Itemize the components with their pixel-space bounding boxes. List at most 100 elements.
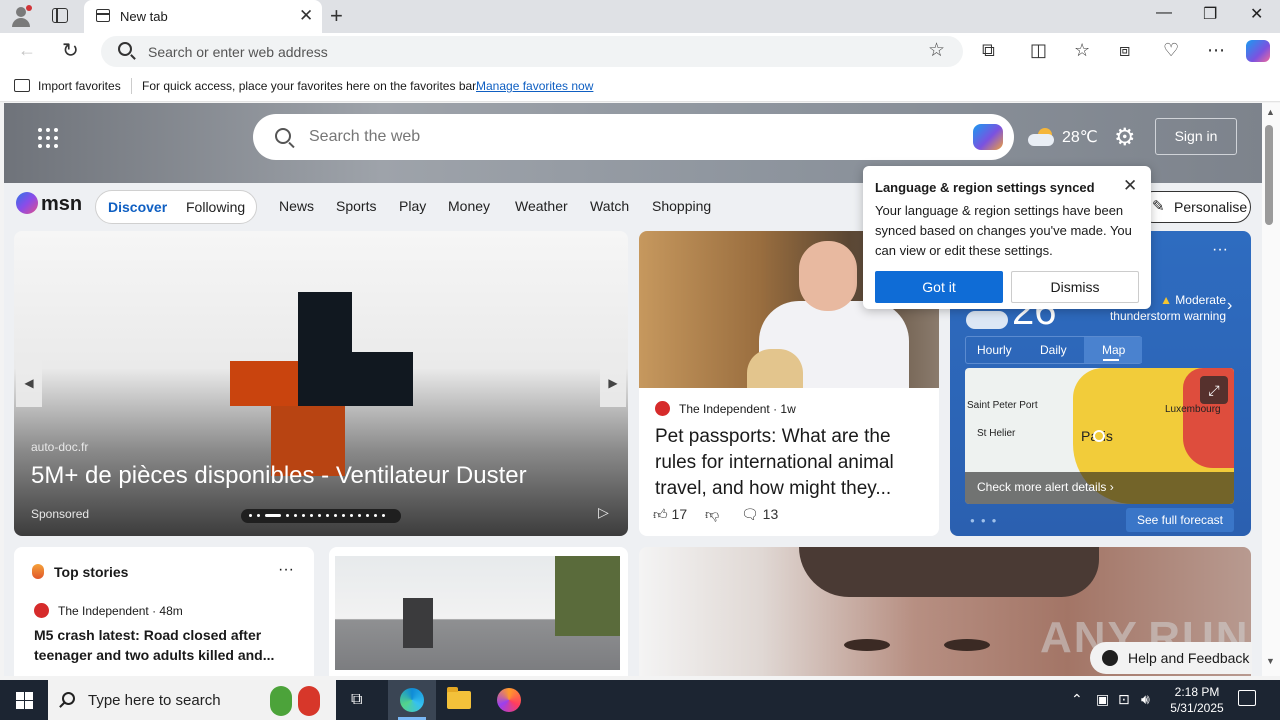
import-favorites-button[interactable]: Import favorites (38, 79, 121, 93)
device-icon[interactable]: ▣ (1096, 691, 1109, 708)
carousel-dot[interactable] (302, 514, 305, 517)
tab-hourly[interactable]: Hourly (977, 343, 1012, 357)
carousel-dot[interactable] (334, 514, 337, 517)
carousel-dot[interactable] (310, 514, 313, 517)
copilot-icon[interactable] (1246, 40, 1270, 62)
extensions-icon[interactable]: ⧉ (982, 40, 995, 61)
see-full-forecast-button[interactable]: See full forecast (1126, 508, 1234, 532)
more-icon[interactable]: ⋯ (1207, 40, 1225, 61)
carousel-dot[interactable] (294, 514, 297, 517)
nav-sports[interactable]: Sports (336, 198, 376, 214)
tab-discover[interactable]: Discover (108, 199, 167, 215)
tab-actions-icon[interactable] (52, 8, 68, 23)
dislike-button[interactable]: 👎︎ (705, 506, 719, 523)
chevron-right-icon[interactable]: › (1227, 297, 1232, 315)
got-it-button[interactable]: Got it (875, 271, 1003, 303)
carousel-dot[interactable] (366, 514, 369, 517)
check-alert-details-link[interactable]: Check more alert details › (977, 480, 1114, 494)
carousel-dot[interactable] (382, 514, 385, 517)
carousel-dot[interactable] (249, 514, 252, 517)
chevron-up-icon[interactable]: ⌃ (1071, 691, 1083, 708)
partly-cloudy-icon[interactable] (1028, 128, 1056, 146)
browser-essentials-icon[interactable]: ♡ (1163, 40, 1179, 61)
edge-icon (400, 688, 424, 712)
msn-logo[interactable]: msn (16, 192, 82, 216)
nav-play[interactable]: Play (399, 198, 426, 214)
task-view-icon[interactable]: ⧉ (351, 691, 362, 709)
apps-grid-icon[interactable] (38, 128, 58, 148)
weather-map[interactable]: Saint Peter Port St Helier Paris Luxembo… (965, 368, 1234, 504)
like-button[interactable]: 👍︎ 17 (653, 506, 687, 523)
carousel-pagination[interactable] (241, 509, 401, 523)
close-icon[interactable]: ✕ (1123, 176, 1137, 196)
nav-weather[interactable]: Weather (515, 198, 568, 214)
tab-new-tab[interactable]: New tab ✕ (84, 0, 322, 33)
sponsored-carousel[interactable]: ◀ ▶ auto-doc.fr 5M+ de pièces disponible… (14, 231, 628, 536)
pager-dots[interactable]: ●●● (970, 516, 1003, 525)
copilot-icon[interactable] (973, 124, 1003, 150)
carousel-dot[interactable] (350, 514, 353, 517)
tab-following[interactable]: Following (186, 199, 245, 215)
article-title[interactable]: Pet passports: What are the rules for in… (655, 424, 929, 502)
sign-in-button[interactable]: Sign in (1155, 118, 1237, 155)
manage-favorites-link[interactable]: Manage favorites now (476, 79, 593, 93)
windows-start-icon[interactable] (16, 692, 33, 709)
back-button[interactable]: ← (18, 40, 36, 61)
expand-icon[interactable]: ⤢ (1200, 376, 1228, 404)
profile-icon[interactable] (10, 5, 32, 27)
address-bar[interactable]: Search or enter web address ☆ (101, 36, 963, 67)
carousel-dot[interactable] (286, 514, 289, 517)
help-feedback-button[interactable]: Help and Feedback (1090, 642, 1252, 674)
close-window-button[interactable]: ✕ (1250, 4, 1263, 24)
carousel-dot[interactable] (326, 514, 329, 517)
favorite-star-icon[interactable]: ☆ (928, 39, 945, 62)
carousel-title[interactable]: 5M+ de pièces disponibles - Ventilateur … (31, 462, 527, 490)
dismiss-button[interactable]: Dismiss (1011, 271, 1139, 303)
comments-button[interactable]: 🗨︎ 13 (741, 506, 778, 523)
more-icon[interactable]: ··· (1212, 241, 1228, 259)
nav-shopping[interactable]: Shopping (652, 198, 711, 214)
gear-icon[interactable]: ⚙ (1114, 123, 1136, 152)
carousel-dot[interactable] (342, 514, 345, 517)
more-icon[interactable]: ··· (278, 561, 294, 579)
personalise-button[interactable]: ✎ Personalise (1137, 191, 1251, 223)
edge-taskbar-button[interactable] (388, 680, 436, 720)
weather-temperature[interactable]: 28℃ (1062, 127, 1098, 147)
scroll-up-icon[interactable]: ▲ (1266, 107, 1275, 117)
firefox-icon[interactable] (497, 688, 521, 712)
taskbar-search[interactable]: Type here to search (48, 680, 336, 720)
network-icon[interactable]: ⊡ (1118, 691, 1130, 708)
carousel-next-button[interactable]: ▶ (600, 359, 626, 407)
carousel-dot[interactable] (374, 514, 377, 517)
split-screen-icon[interactable]: ◫ (1030, 40, 1047, 61)
notifications-icon[interactable] (1238, 690, 1256, 706)
carousel-dot[interactable] (257, 514, 260, 517)
page-scrollbar[interactable]: ▲ ▼ (1262, 103, 1280, 676)
reload-button[interactable]: ↻ (62, 38, 79, 63)
web-search-box[interactable]: Search the web (253, 114, 1014, 160)
ad-choices-icon[interactable]: ▷ (598, 504, 609, 521)
new-tab-button[interactable]: + (330, 3, 343, 29)
carousel-dot[interactable] (265, 514, 281, 517)
carousel-prev-button[interactable]: ◀ (16, 359, 42, 407)
nav-watch[interactable]: Watch (590, 198, 629, 214)
tab-daily[interactable]: Daily (1040, 343, 1067, 357)
collections-icon[interactable]: ⧈ (1119, 40, 1130, 61)
carousel-dot[interactable] (358, 514, 361, 517)
system-clock[interactable]: 2:18 PM 5/31/2025 (1160, 684, 1234, 716)
scroll-down-icon[interactable]: ▼ (1266, 656, 1275, 666)
restore-button[interactable]: ❐ (1203, 4, 1217, 24)
favorites-icon[interactable]: ☆ (1074, 40, 1090, 61)
tab-close-button[interactable]: ✕ (299, 6, 313, 26)
scroll-thumb[interactable] (1265, 125, 1273, 225)
image-card[interactable] (329, 547, 628, 676)
carousel-dot[interactable] (318, 514, 321, 517)
minimize-button[interactable]: — (1156, 4, 1172, 22)
nav-money[interactable]: Money (448, 198, 490, 214)
nav-news[interactable]: News (279, 198, 314, 214)
file-explorer-icon[interactable] (447, 687, 471, 709)
tab-map[interactable]: Map (1102, 343, 1125, 357)
story-headline[interactable]: M5 crash latest: Road closed after teena… (34, 625, 304, 665)
volume-icon[interactable]: 🔊︎ (1141, 691, 1150, 708)
portrait-detail (844, 639, 890, 651)
